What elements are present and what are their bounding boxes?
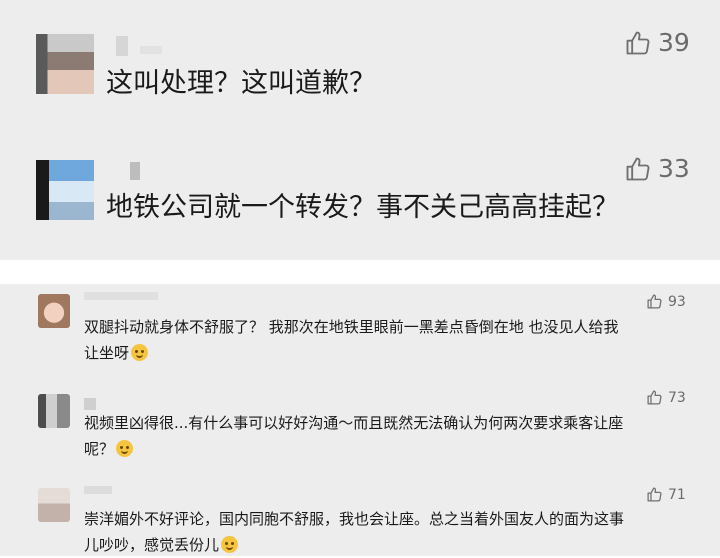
like-count: 39 [658,28,690,57]
username-redacted[interactable] [130,162,140,180]
comment-text: 双腿抖动就身体不舒服了？ 我那次在地铁里眼前一黑差点昏倒在地 也没见人给我 让坐… [84,314,680,366]
username-redacted [140,46,162,54]
thumbs-up-icon [647,390,662,405]
comment-line: 双腿抖动就身体不舒服了？ 我那次在地铁里眼前一黑差点昏倒在地 也没见人给我 [84,318,619,336]
thumbs-up-icon [647,294,662,309]
like-button[interactable]: 93 [646,293,686,310]
thumbs-up-icon [626,31,650,54]
avatar[interactable] [38,394,70,428]
like-count: 93 [668,293,686,310]
like-count: 73 [668,389,686,406]
comment-text: 视频里凶得很...有什么事可以好好沟通～而且既然无法确认为何两次要求乘客让座 呢… [84,410,680,462]
smiley-emoji-icon [221,536,239,553]
username-redacted[interactable] [84,292,158,300]
smiley-emoji-icon [131,344,149,361]
like-count: 33 [658,154,690,183]
avatar[interactable] [36,34,94,94]
like-button[interactable]: 33 [624,154,690,183]
username-redacted[interactable] [84,486,112,494]
like-button[interactable]: 71 [646,486,686,503]
thumbs-up-icon [626,157,650,180]
comment-line: 崇洋媚外不好评论，国内同胞不舒服，我也会让座。总之当着外国友人的面为这事 [84,510,625,528]
like-count: 71 [668,486,686,503]
comment-text: 地铁公司就一个转发？事不关己高高挂起？ [106,192,619,223]
avatar[interactable] [38,488,70,522]
smiley-emoji-icon [116,440,134,457]
avatar[interactable] [36,160,94,220]
comment-line: 呢？ [84,436,680,462]
comment-line: 让坐呀 [84,340,680,366]
username-redacted[interactable] [116,36,128,56]
comment-line: 儿吵吵，感觉丢份儿 [84,532,680,558]
panel-divider [0,260,720,284]
like-button[interactable]: 39 [624,28,690,57]
thumbs-up-icon [647,487,662,502]
like-button[interactable]: 73 [646,389,686,406]
comment-text: 这叫处理？这叫道歉？ [106,68,376,99]
comment-line: 视频里凶得很...有什么事可以好好沟通～而且既然无法确认为何两次要求乘客让座 [84,414,624,432]
avatar[interactable] [38,294,70,328]
username-redacted[interactable] [84,398,96,410]
comment-text: 崇洋媚外不好评论，国内同胞不舒服，我也会让座。总之当着外国友人的面为这事 儿吵吵… [84,506,680,558]
